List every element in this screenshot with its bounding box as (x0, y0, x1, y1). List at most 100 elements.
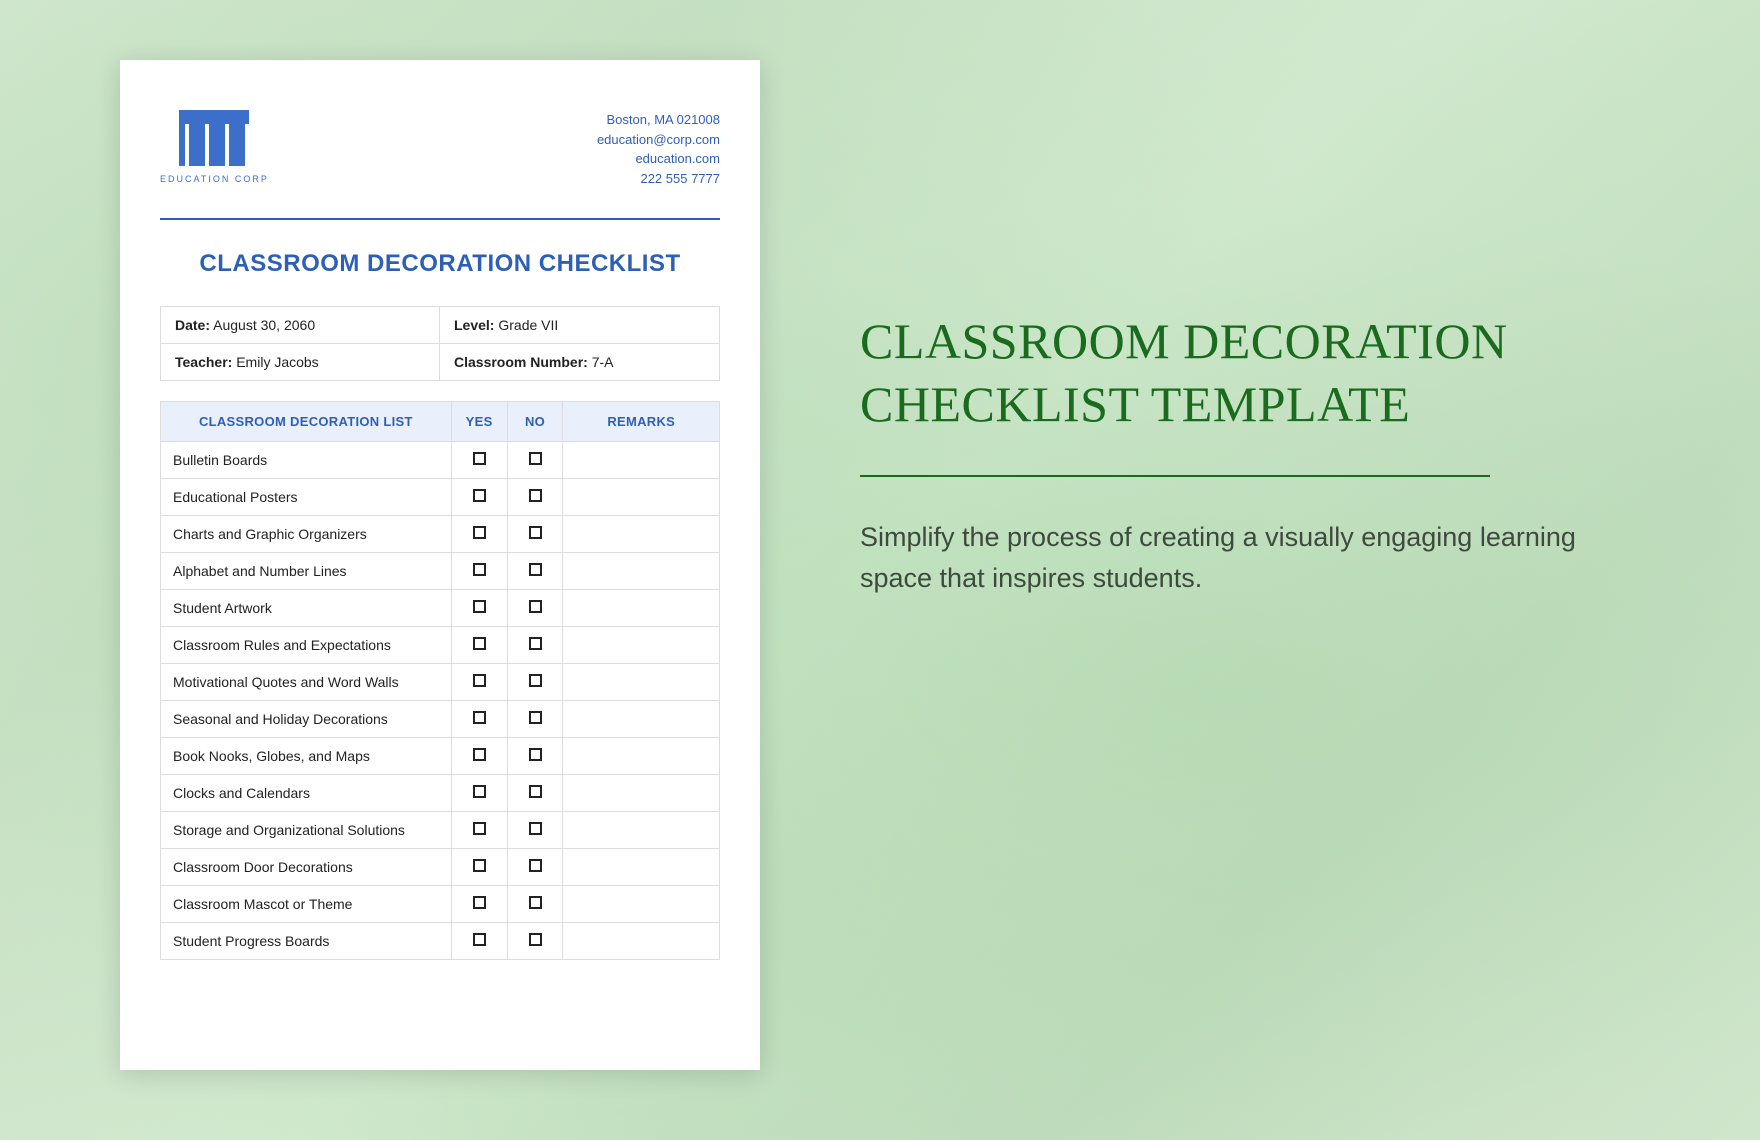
checkbox-icon (529, 711, 542, 724)
remarks-cell (563, 775, 720, 812)
remarks-cell (563, 923, 720, 960)
contact-email: education@corp.com (597, 130, 720, 150)
no-cell (507, 516, 563, 553)
yes-cell (451, 886, 507, 923)
table-row: Storage and Organizational Solutions (161, 812, 720, 849)
checkbox-icon (473, 526, 486, 539)
contact-info: Boston, MA 021008 education@corp.com edu… (597, 110, 720, 188)
remarks-cell (563, 664, 720, 701)
promo-panel: CLASSROOM DECORATION CHECKLIST TEMPLATE … (860, 310, 1620, 598)
checkbox-icon (529, 785, 542, 798)
table-row: Seasonal and Holiday Decorations (161, 701, 720, 738)
contact-website: education.com (597, 149, 720, 169)
remarks-cell (563, 849, 720, 886)
remarks-cell (563, 553, 720, 590)
document-title: CLASSROOM DECORATION CHECKLIST (160, 250, 720, 278)
table-row: Classroom Rules and Expectations (161, 627, 720, 664)
no-cell (507, 590, 563, 627)
checkbox-icon (473, 452, 486, 465)
yes-cell (451, 701, 507, 738)
yes-cell (451, 627, 507, 664)
item-name: Clocks and Calendars (161, 775, 452, 812)
checkbox-icon (529, 674, 542, 687)
col-header-remarks: REMARKS (563, 402, 720, 442)
checkbox-icon (473, 933, 486, 946)
col-header-yes: YES (451, 402, 507, 442)
item-name: Educational Posters (161, 479, 452, 516)
info-date: Date: August 30, 2060 (161, 307, 440, 344)
remarks-cell (563, 701, 720, 738)
no-cell (507, 701, 563, 738)
item-name: Classroom Rules and Expectations (161, 627, 452, 664)
remarks-cell (563, 886, 720, 923)
checkbox-icon (473, 711, 486, 724)
item-name: Motivational Quotes and Word Walls (161, 664, 452, 701)
no-cell (507, 664, 563, 701)
header-divider (160, 218, 720, 220)
yes-cell (451, 590, 507, 627)
checkbox-icon (473, 822, 486, 835)
info-grid: Date: August 30, 2060 Level: Grade VII T… (160, 306, 720, 381)
promo-subtitle: Simplify the process of creating a visua… (860, 517, 1620, 598)
checkbox-icon (473, 896, 486, 909)
info-classroom: Classroom Number: 7-A (440, 344, 719, 380)
col-header-no: NO (507, 402, 563, 442)
info-level-label: Level: (454, 317, 494, 333)
checkbox-icon (473, 859, 486, 872)
table-row: Classroom Door Decorations (161, 849, 720, 886)
yes-cell (451, 516, 507, 553)
no-cell (507, 775, 563, 812)
checkbox-icon (529, 859, 542, 872)
item-name: Alphabet and Number Lines (161, 553, 452, 590)
no-cell (507, 442, 563, 479)
table-row: Book Nooks, Globes, and Maps (161, 738, 720, 775)
info-date-label: Date: (175, 317, 210, 333)
no-cell (507, 479, 563, 516)
item-name: Student Artwork (161, 590, 452, 627)
checkbox-icon (529, 600, 542, 613)
document-preview: EDUCATION CORP Boston, MA 021008 educati… (120, 60, 760, 1070)
table-row: Student Progress Boards (161, 923, 720, 960)
item-name: Classroom Mascot or Theme (161, 886, 452, 923)
item-name: Student Progress Boards (161, 923, 452, 960)
promo-title-line2: CHECKLIST TEMPLATE (860, 376, 1410, 432)
info-teacher-label: Teacher: (175, 354, 232, 370)
info-classroom-label: Classroom Number: (454, 354, 588, 370)
document-header: EDUCATION CORP Boston, MA 021008 educati… (160, 110, 720, 188)
logo-text: EDUCATION CORP (160, 174, 269, 184)
item-name: Charts and Graphic Organizers (161, 516, 452, 553)
item-name: Storage and Organizational Solutions (161, 812, 452, 849)
yes-cell (451, 775, 507, 812)
checkbox-icon (473, 785, 486, 798)
checklist-table: CLASSROOM DECORATION LIST YES NO REMARKS… (160, 401, 720, 960)
yes-cell (451, 442, 507, 479)
table-row: Clocks and Calendars (161, 775, 720, 812)
yes-cell (451, 812, 507, 849)
checkbox-icon (529, 637, 542, 650)
item-name: Book Nooks, Globes, and Maps (161, 738, 452, 775)
remarks-cell (563, 590, 720, 627)
promo-title-line1: CLASSROOM DECORATION (860, 313, 1508, 369)
promo-divider (860, 475, 1490, 477)
checkbox-icon (473, 600, 486, 613)
checkbox-icon (529, 896, 542, 909)
table-row: Bulletin Boards (161, 442, 720, 479)
table-row: Educational Posters (161, 479, 720, 516)
table-row: Student Artwork (161, 590, 720, 627)
logo-icon (179, 110, 249, 166)
yes-cell (451, 849, 507, 886)
remarks-cell (563, 738, 720, 775)
no-cell (507, 553, 563, 590)
item-name: Bulletin Boards (161, 442, 452, 479)
checkbox-icon (529, 933, 542, 946)
no-cell (507, 627, 563, 664)
checkbox-icon (473, 674, 486, 687)
table-row: Alphabet and Number Lines (161, 553, 720, 590)
yes-cell (451, 553, 507, 590)
checkbox-icon (473, 748, 486, 761)
checkbox-icon (473, 563, 486, 576)
no-cell (507, 738, 563, 775)
checkbox-icon (529, 822, 542, 835)
checkbox-icon (529, 526, 542, 539)
yes-cell (451, 664, 507, 701)
